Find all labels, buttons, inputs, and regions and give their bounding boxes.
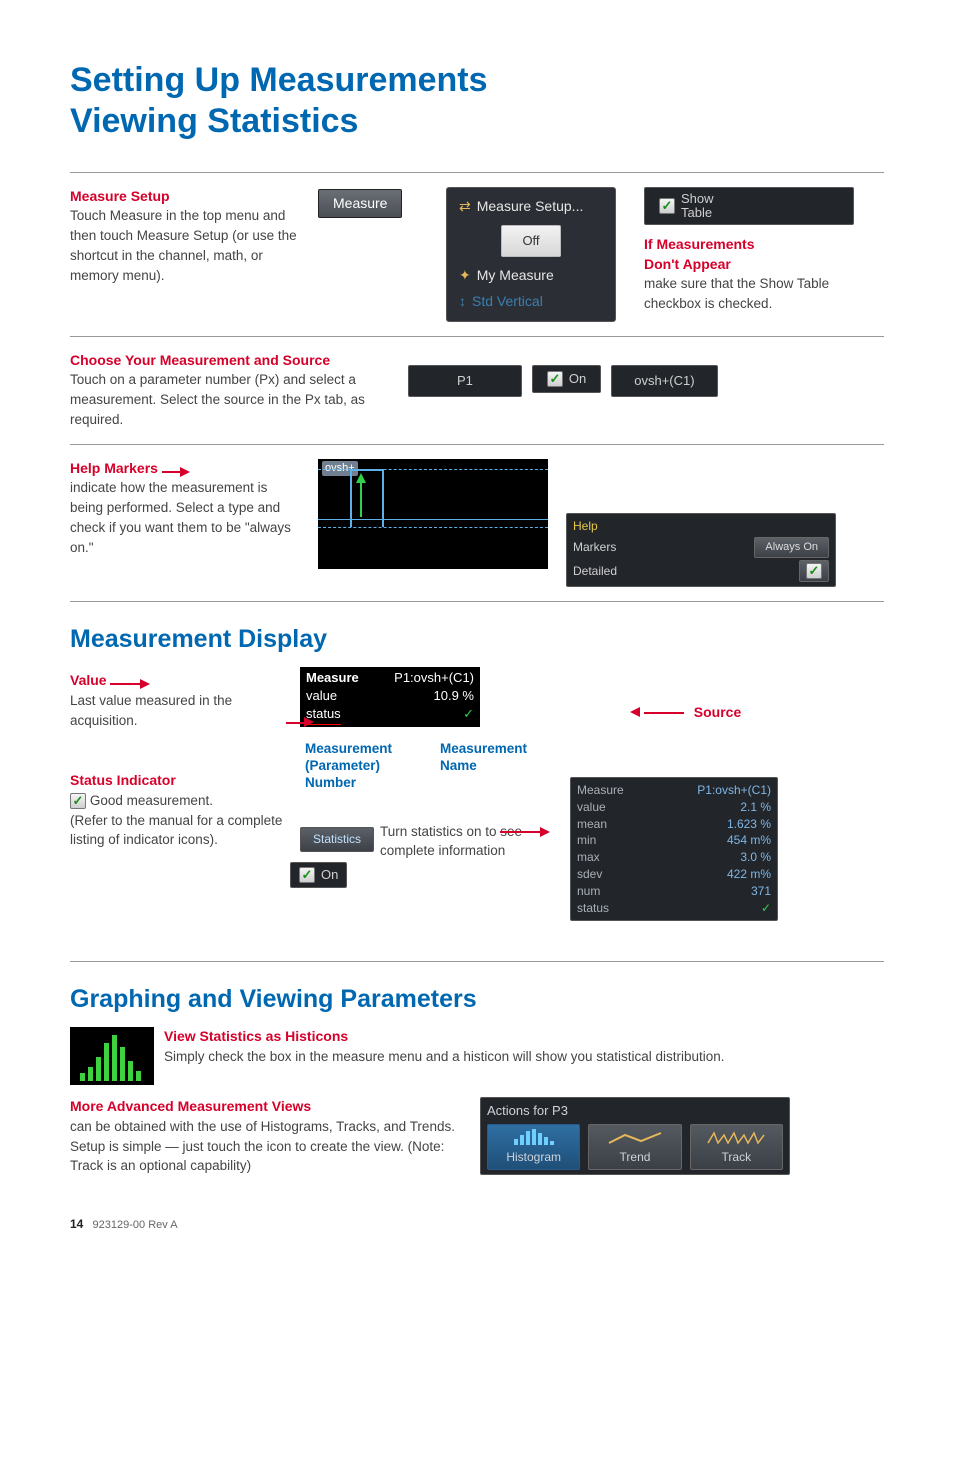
divider — [70, 172, 884, 173]
section-measure-setup: Measure Setup Touch Measure in the top m… — [70, 187, 884, 322]
histicon-heading: View Statistics as Histicons — [164, 1028, 348, 1044]
page-title: Setting Up Measurements Viewing Statisti… — [70, 60, 884, 142]
trend-button[interactable]: Trend — [588, 1124, 681, 1170]
menu-measure-setup[interactable]: ⇄ Measure Setup... — [453, 194, 609, 220]
choose-heading: Choose Your Measurement and Source — [70, 352, 330, 368]
overshoot-preview: ovsh+ — [318, 459, 548, 569]
measure-setup-body: Touch Measure in the top menu and then t… — [70, 208, 297, 283]
status-heading: Status Indicator — [70, 772, 176, 788]
actions-title: Actions for P3 — [487, 1102, 783, 1120]
menu-off[interactable]: Off — [501, 225, 560, 257]
histicon-row: View Statistics as Histicons Simply chec… — [70, 1027, 884, 1085]
param-on-toggle[interactable]: ✓ On — [532, 365, 601, 393]
status-body: (Refer to the manual for a complete list… — [70, 813, 282, 848]
menu-my-measure[interactable]: ✦ My Measure — [453, 263, 609, 289]
graphing-heading: Graphing and Viewing Parameters — [70, 982, 884, 1017]
divider — [70, 961, 884, 962]
measure-menu-button[interactable]: Measure — [318, 189, 402, 219]
trend-icon — [605, 1129, 665, 1147]
measurement-display-diagram: Value Last value measured in the acquisi… — [70, 667, 884, 947]
detailed-label: Detailed — [573, 563, 617, 580]
histicon-body: Simply check the box in the measure menu… — [164, 1049, 725, 1064]
stats-table: MeasureP1:ovsh+(C1) value2.1 % mean1.623… — [570, 777, 778, 921]
statistics-button[interactable]: Statistics — [300, 827, 374, 852]
measurement-display-heading: Measurement Display — [70, 622, 884, 657]
track-icon — [706, 1129, 766, 1147]
always-on-button[interactable]: Always On — [754, 537, 829, 558]
warn-heading-1: If Measurements — [644, 236, 754, 252]
warn-body: make sure that the Show Table checkbox i… — [644, 276, 829, 311]
divider — [70, 601, 884, 602]
measure-setup-heading: Measure Setup — [70, 188, 170, 204]
measure-readout-box: MeasureP1:ovsh+(C1) value10.9 % status✓ — [300, 667, 480, 727]
divider — [70, 444, 884, 445]
section-help-markers: Help Markers indicate how the measuremen… — [70, 459, 884, 587]
markers-label: Markers — [573, 539, 616, 556]
always-on-checkbox[interactable]: ✓ — [799, 560, 829, 582]
track-button[interactable]: Track — [690, 1124, 783, 1170]
pointer-to-status — [286, 713, 314, 733]
help-label: Help — [573, 518, 829, 535]
help-markers-heading: Help Markers — [70, 460, 158, 476]
menu-std-vertical[interactable]: ↕ Std Vertical — [453, 289, 609, 315]
setup-icon: ⇄ — [459, 197, 471, 217]
label-parameter-number: Measurement (Parameter) Number — [305, 741, 425, 792]
advanced-heading: More Advanced Measurement Views — [70, 1098, 311, 1114]
show-table-checkbox[interactable]: ✓ — [659, 198, 675, 214]
param-measurement[interactable]: ovsh+(C1) — [611, 365, 717, 397]
statistics-on-toggle[interactable]: ✓On — [290, 862, 347, 888]
advanced-views-row: More Advanced Measurement Views can be o… — [70, 1097, 884, 1176]
my-measure-icon: ✦ — [459, 266, 471, 286]
label-source: Source — [630, 703, 741, 723]
on-checkbox[interactable]: ✓ — [547, 371, 563, 387]
show-table-option[interactable]: ✓ Show Table — [644, 187, 854, 226]
histogram-icon — [504, 1129, 564, 1147]
histogram-button[interactable]: Histogram — [487, 1124, 580, 1170]
divider — [70, 336, 884, 337]
warn-heading-2: Don't Appear — [644, 256, 731, 272]
help-panel: Help Markers Always On Detailed ✓ — [566, 513, 836, 587]
value-body: Last value measured in the acquisition. — [70, 693, 232, 728]
page-footer: 14 923129-00 Rev A — [70, 1216, 884, 1233]
value-heading: Value — [70, 672, 107, 688]
label-measurement-name: Measurement Name — [440, 741, 560, 775]
advanced-body: can be obtained with the use of Histogra… — [70, 1119, 455, 1174]
help-markers-body: indicate how the measurement is being pe… — [70, 480, 291, 555]
section-choose-measurement: Choose Your Measurement and Source Touch… — [70, 351, 884, 430]
good-status-icon: ✓ — [70, 793, 86, 809]
param-slot-p1[interactable]: P1 — [408, 365, 522, 397]
status-good: Good measurement. — [90, 793, 213, 808]
std-vertical-icon: ↕ — [459, 292, 466, 312]
histicon-preview — [70, 1027, 154, 1085]
actions-panel: Actions for P3 Histogram Trend Track — [480, 1097, 790, 1175]
choose-body: Touch on a parameter number (Px) and sel… — [70, 372, 365, 427]
